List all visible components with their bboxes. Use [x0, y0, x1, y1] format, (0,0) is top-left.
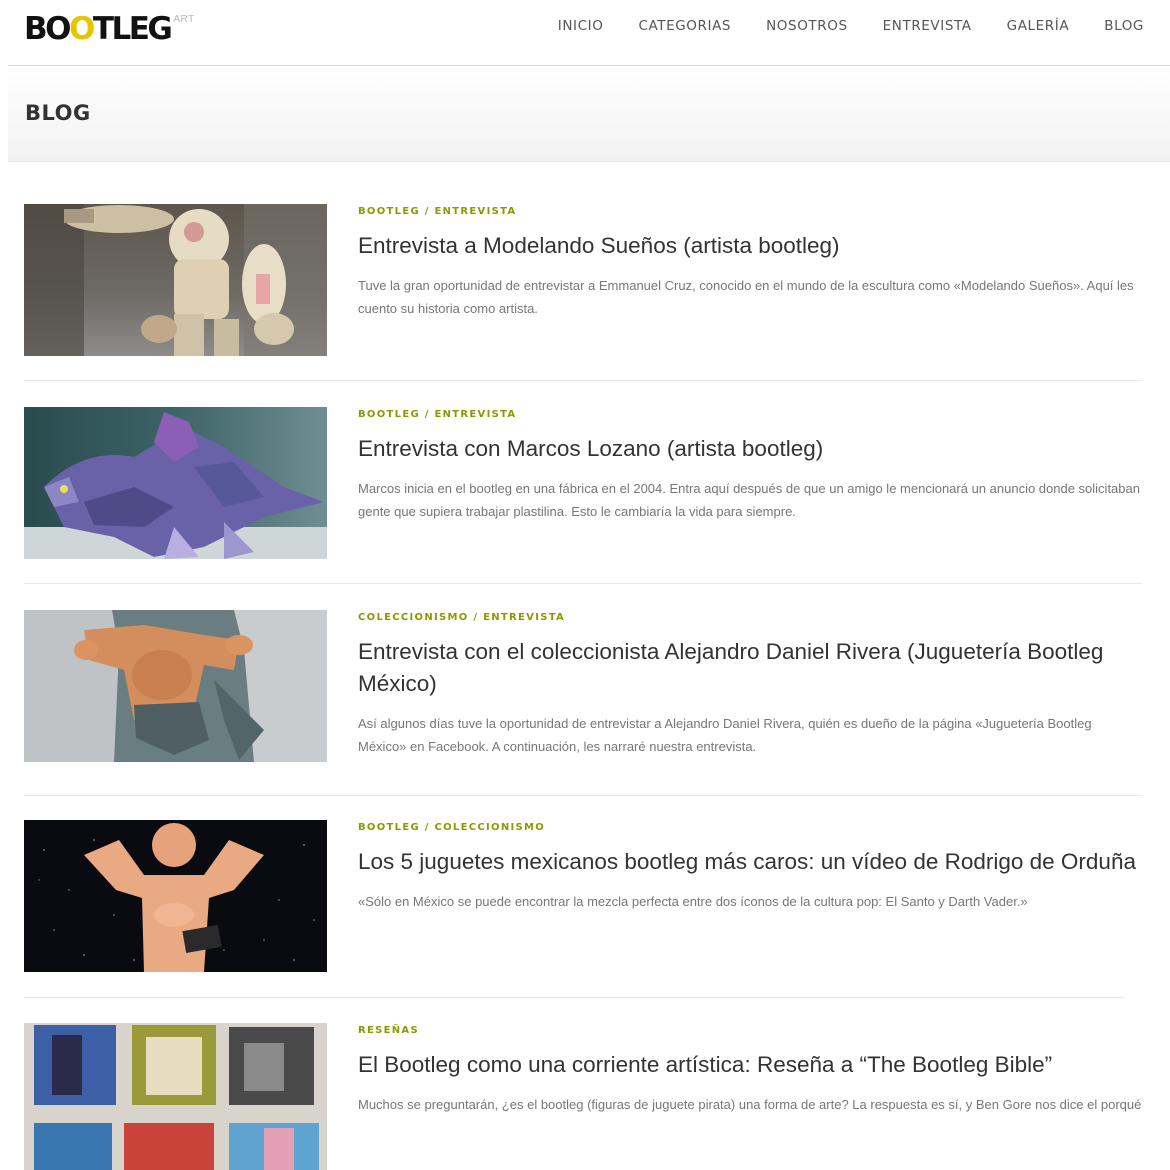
post-excerpt: «Sólo en México se puede encontrar la me… — [358, 894, 1028, 909]
post-excerpt: Tuve la gran oportunidad de entrevistar … — [358, 278, 1134, 316]
post-body: COLECCIONISMO / ENTREVISTA Entrevista co… — [358, 610, 1142, 758]
wrestler-figure-image — [24, 610, 327, 762]
logo-wordmark: BOOTLEG — [24, 11, 173, 47]
post-thumbnail[interactable] — [24, 820, 327, 972]
post-categories[interactable]: COLECCIONISMO / ENTREVISTA — [358, 610, 1142, 626]
toy-figure-image — [24, 820, 327, 972]
page-title: BLOG — [25, 101, 91, 125]
logo-subtitle: ART — [173, 14, 195, 25]
post-thumbnail[interactable] — [24, 407, 327, 559]
main-nav: INICIO CATEGORIAS NOSOTROS ENTREVISTA GA… — [558, 16, 1144, 36]
post-body: RESEÑAS El Bootleg como una corriente ar… — [358, 1023, 1142, 1116]
post-divider — [24, 380, 1142, 381]
nav-item-categorias[interactable]: CATEGORIAS — [638, 16, 731, 36]
post-thumbnail[interactable] — [24, 204, 327, 356]
post-item: BOOTLEG / ENTREVISTA Entrevista a Modela… — [24, 204, 1142, 356]
toy-packages-image — [24, 1023, 327, 1170]
nav-item-blog[interactable]: BLOG — [1104, 16, 1144, 36]
post-body: BOOTLEG / COLECCIONISMO Los 5 juguetes m… — [358, 820, 1142, 913]
nav-item-nosotros[interactable]: NOSOTROS — [766, 16, 848, 36]
post-categories[interactable]: BOOTLEG / COLECCIONISMO — [358, 820, 1142, 836]
post-item: BOOTLEG / ENTREVISTA Entrevista con Marc… — [24, 407, 1142, 559]
post-title[interactable]: Entrevista a Modelando Sueños (artista b… — [358, 230, 1142, 262]
post-excerpt: Marcos inicia en el bootleg en una fábri… — [358, 481, 1140, 519]
post-divider — [24, 795, 1142, 796]
post-divider — [24, 583, 1142, 584]
site-logo[interactable]: BOOTLEG ART — [24, 12, 195, 46]
post-title[interactable]: El Bootleg como una corriente artística:… — [358, 1049, 1142, 1081]
post-categories[interactable]: BOOTLEG / ENTREVISTA — [358, 204, 1142, 220]
post-categories[interactable]: BOOTLEG / ENTREVISTA — [358, 407, 1142, 423]
post-thumbnail[interactable] — [24, 1023, 327, 1170]
post-body: BOOTLEG / ENTREVISTA Entrevista con Marc… — [358, 407, 1142, 523]
post-title[interactable]: Entrevista con el coleccionista Alejandr… — [358, 636, 1142, 700]
post-divider — [24, 997, 1124, 998]
monster-figure-image — [24, 407, 327, 559]
post-title[interactable]: Entrevista con Marcos Lozano (artista bo… — [358, 433, 1142, 465]
nav-item-inicio[interactable]: INICIO — [558, 16, 604, 36]
page-title-band: BLOG — [8, 66, 1170, 162]
nav-item-galeria[interactable]: GALERÍA — [1007, 16, 1070, 36]
robot-figure-image — [24, 204, 327, 356]
post-item: COLECCIONISMO / ENTREVISTA Entrevista co… — [24, 610, 1142, 795]
post-item: BOOTLEG / COLECCIONISMO Los 5 juguetes m… — [24, 820, 1142, 972]
post-thumbnail[interactable] — [24, 610, 327, 762]
post-categories[interactable]: RESEÑAS — [358, 1023, 1142, 1039]
site-header: BOOTLEG ART INICIO CATEGORIAS NOSOTROS E… — [0, 0, 1170, 66]
nav-item-entrevista[interactable]: ENTREVISTA — [883, 16, 972, 36]
post-excerpt: Así algunos días tuve la oportunidad de … — [358, 716, 1092, 754]
post-title[interactable]: Los 5 juguetes mexicanos bootleg más car… — [358, 846, 1142, 878]
post-item: RESEÑAS El Bootleg como una corriente ar… — [24, 1023, 1142, 1170]
post-body: BOOTLEG / ENTREVISTA Entrevista a Modela… — [358, 204, 1142, 320]
post-excerpt: Muchos se preguntarán, ¿es el bootleg (f… — [358, 1097, 1142, 1112]
